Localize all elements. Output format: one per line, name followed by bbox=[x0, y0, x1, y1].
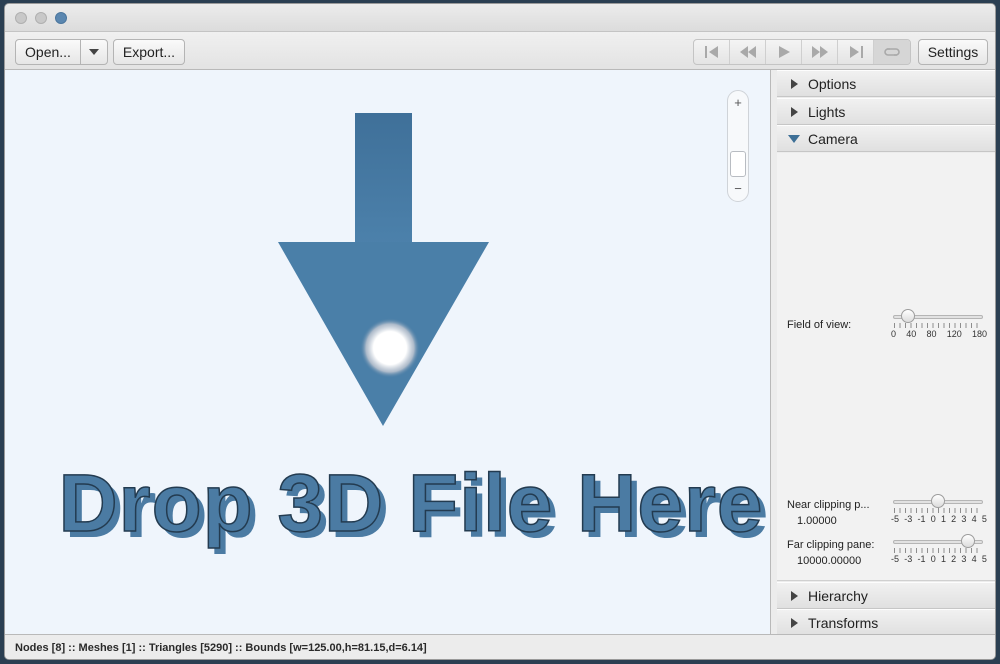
accordion-hierarchy-label: Hierarchy bbox=[808, 587, 868, 604]
slider-thumb[interactable] bbox=[900, 309, 915, 323]
accordion-camera-label: Camera bbox=[808, 130, 858, 147]
zoom-slider[interactable]: + − bbox=[727, 90, 749, 202]
accordion-transforms[interactable]: Transforms bbox=[777, 609, 995, 636]
slider-tick-labels: -5 -3 -1 0 1 2 3 4 5 bbox=[891, 554, 987, 564]
fast-forward-icon bbox=[811, 46, 828, 58]
slider-tick-label: 5 bbox=[981, 554, 987, 564]
slider-tick-label: 40 bbox=[906, 329, 917, 339]
zoom-out-icon[interactable]: − bbox=[728, 181, 748, 196]
export-button-label: Export... bbox=[122, 44, 176, 60]
down-arrow-icon bbox=[278, 113, 489, 426]
zoom-window-button[interactable] bbox=[55, 12, 67, 24]
export-button[interactable]: Export... bbox=[113, 39, 185, 65]
fov-slider[interactable]: 0 40 80 120 180 bbox=[891, 308, 987, 339]
app-window: Open... Export... Settings Drop 3D File … bbox=[4, 3, 996, 660]
playback-controls bbox=[693, 39, 911, 65]
near-clipping-value: 1.00000 bbox=[797, 515, 837, 527]
minimize-window-button[interactable] bbox=[35, 12, 47, 24]
far-clipping-value: 10000.00000 bbox=[797, 555, 862, 567]
slider-tick-label: -1 bbox=[917, 554, 926, 564]
slider-tick-label: -5 bbox=[891, 554, 900, 564]
slider-tick-label: 0 bbox=[930, 554, 936, 564]
slider-tick-label: 0 bbox=[930, 514, 936, 524]
fast-forward-button[interactable] bbox=[802, 40, 838, 64]
near-clipping-slider[interactable]: -5 -3 -1 0 1 2 3 4 5 bbox=[891, 493, 987, 524]
slider-tick-label: -5 bbox=[891, 514, 900, 524]
accordion-options-label: Options bbox=[808, 75, 857, 92]
slider-tick-label: 3 bbox=[961, 514, 967, 524]
far-clipping-slider[interactable]: -5 -3 -1 0 1 2 3 4 5 bbox=[891, 533, 987, 564]
loop-button[interactable] bbox=[874, 40, 910, 64]
slider-tick-label: 2 bbox=[951, 514, 957, 524]
status-bar: Nodes [8] :: Meshes [1] :: Triangles [52… bbox=[5, 634, 995, 659]
slider-tick-label: 0 bbox=[891, 329, 897, 339]
accordion-lights[interactable]: Lights bbox=[777, 98, 995, 125]
slider-tick-label: 3 bbox=[961, 554, 967, 564]
slider-tick-label: 5 bbox=[981, 514, 987, 524]
skip-to-start-icon bbox=[704, 46, 718, 58]
slider-ticks bbox=[894, 323, 982, 328]
slider-tick-label: 120 bbox=[946, 329, 962, 339]
slider-thumb[interactable] bbox=[931, 494, 945, 508]
accordion-camera[interactable]: Camera bbox=[777, 125, 995, 152]
slider-tick-label: -3 bbox=[904, 554, 913, 564]
slider-tick-label: 2 bbox=[951, 554, 957, 564]
slider-tick-label: 4 bbox=[971, 554, 977, 564]
settings-button[interactable]: Settings bbox=[918, 39, 988, 65]
accordion-options[interactable]: Options bbox=[777, 70, 995, 97]
expand-icon bbox=[791, 590, 798, 601]
expand-icon bbox=[791, 617, 798, 628]
drop-target-graphic: Drop 3D File Here Drop 3D File Here bbox=[58, 113, 769, 555]
slider-tick-label: 1 bbox=[940, 554, 946, 564]
slider-ticks bbox=[894, 508, 982, 513]
slider-tick-labels: -5 -3 -1 0 1 2 3 4 5 bbox=[891, 514, 987, 524]
open-button-label: Open... bbox=[25, 44, 71, 60]
play-button[interactable] bbox=[766, 40, 802, 64]
slider-tick-label: 4 bbox=[971, 514, 977, 524]
open-button[interactable]: Open... bbox=[15, 39, 81, 65]
properties-panel: Options Lights Camera Field of view: 0 40… bbox=[777, 70, 995, 636]
slider-tick-labels: 0 40 80 120 180 bbox=[891, 329, 987, 339]
rewind-button[interactable] bbox=[730, 40, 766, 64]
status-text: Nodes [8] :: Meshes [1] :: Triangles [52… bbox=[15, 642, 427, 654]
slider-thumb[interactable] bbox=[961, 534, 976, 548]
accordion-lights-label: Lights bbox=[808, 103, 846, 120]
near-clipping-label: Near clipping p... bbox=[787, 499, 870, 511]
toolbar: Open... Export... Settings bbox=[5, 32, 995, 70]
slider-tick-label: 180 bbox=[971, 329, 987, 339]
slider-tick-label: -1 bbox=[917, 514, 926, 524]
skip-to-start-button[interactable] bbox=[694, 40, 730, 64]
open-dropdown-button[interactable] bbox=[80, 39, 108, 65]
accordion-hierarchy[interactable]: Hierarchy bbox=[777, 582, 995, 609]
slider-tick-label: 1 bbox=[940, 514, 946, 524]
rewind-icon bbox=[739, 46, 756, 58]
expand-icon bbox=[791, 106, 798, 117]
slider-ticks bbox=[894, 548, 982, 553]
fov-label: Field of view: bbox=[787, 319, 852, 331]
skip-to-end-icon bbox=[849, 46, 863, 58]
accordion-transforms-label: Transforms bbox=[808, 614, 879, 631]
camera-settings: Field of view: 0 40 80 120 180 Near clipping… bbox=[777, 153, 995, 581]
zoom-in-icon[interactable]: + bbox=[728, 95, 748, 110]
close-window-button[interactable] bbox=[15, 12, 27, 24]
slider-tick-label: 80 bbox=[926, 329, 937, 339]
expand-icon bbox=[791, 78, 798, 89]
collapse-icon bbox=[788, 134, 800, 143]
settings-button-label: Settings bbox=[927, 44, 979, 60]
loop-icon bbox=[884, 48, 900, 56]
play-icon bbox=[778, 46, 790, 58]
far-clipping-label: Far clipping pane: bbox=[787, 539, 875, 551]
zoom-slider-thumb[interactable] bbox=[730, 151, 746, 177]
slider-tick-label: -3 bbox=[904, 514, 913, 524]
title-bar bbox=[5, 4, 995, 32]
drop-text: Drop 3D File Here bbox=[58, 458, 763, 549]
skip-to-end-button[interactable] bbox=[838, 40, 874, 64]
3d-viewport[interactable]: Drop 3D File Here Drop 3D File Here + − bbox=[5, 70, 771, 634]
chevron-down-icon bbox=[89, 49, 99, 55]
